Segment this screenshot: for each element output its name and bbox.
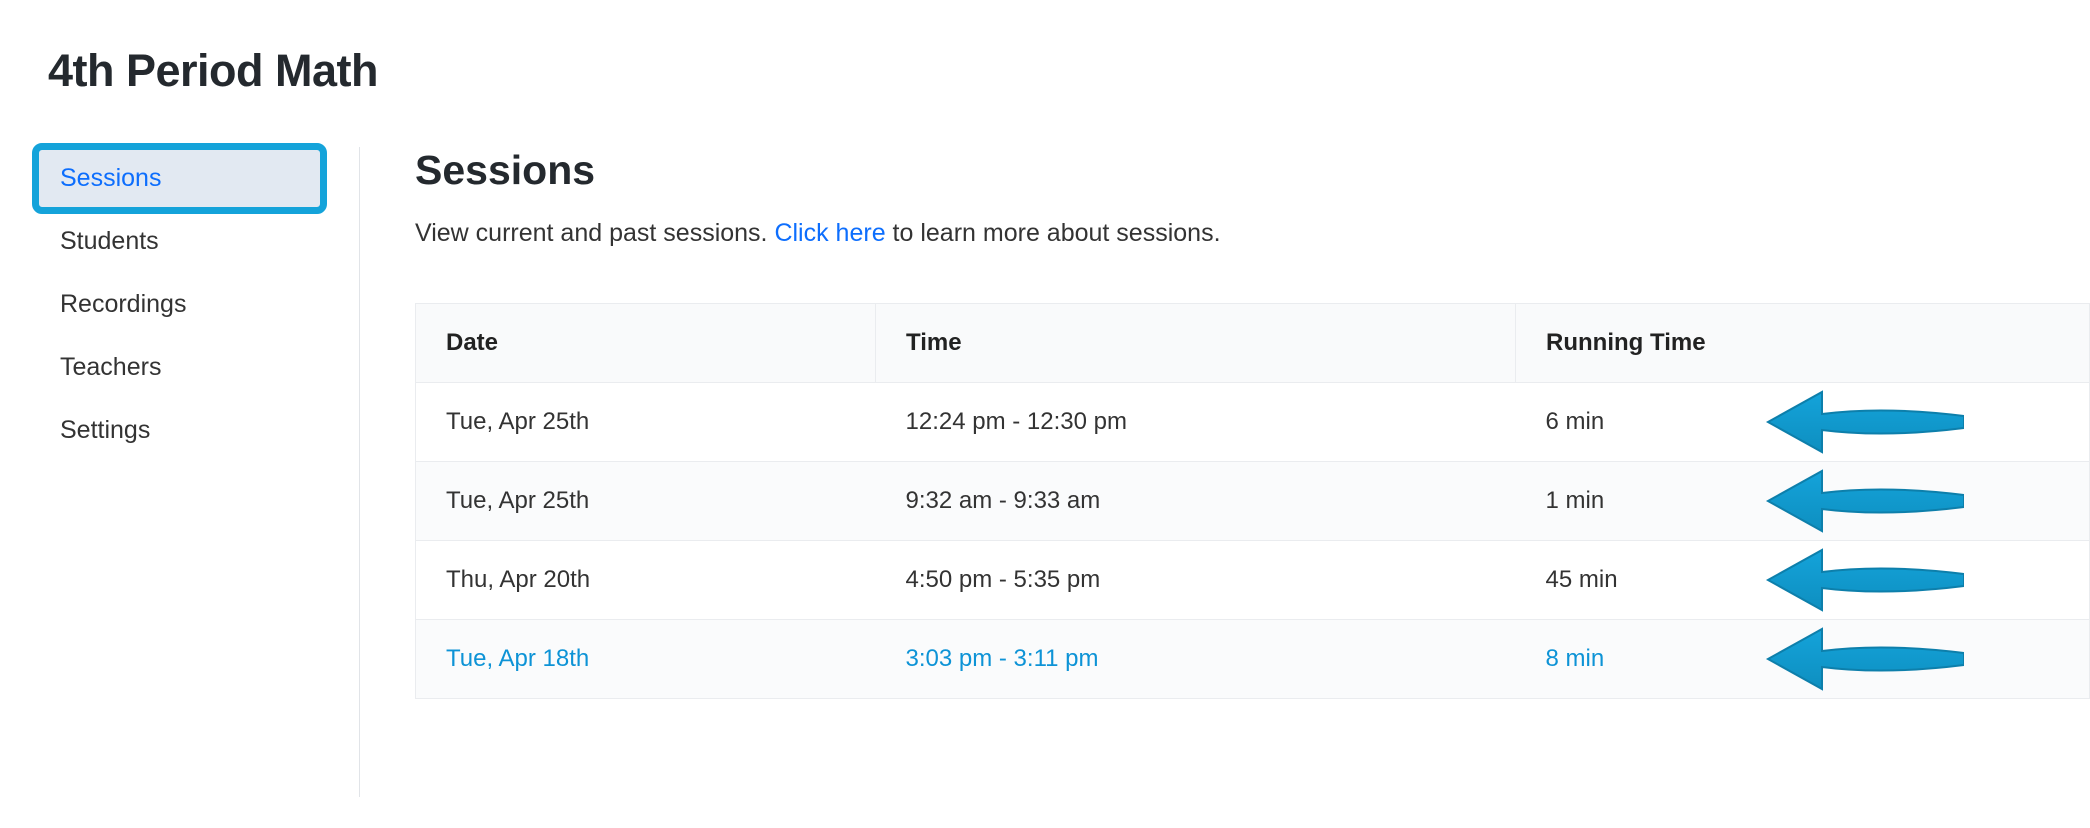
table-row[interactable]: Thu, Apr 20th4:50 pm - 5:35 pm 45 min [416,541,2090,620]
cell-time: 9:32 am - 9:33 am [876,462,1516,541]
sidebar: SessionsStudentsRecordingsTeachersSettin… [0,147,360,797]
cell-running-time: 6 min [1516,383,2090,462]
cell-time: 4:50 pm - 5:35 pm [876,541,1516,620]
running-time-value: 6 min [1546,408,1605,435]
cell-running-time: 1 min [1516,462,2090,541]
sidebar-item-settings[interactable]: Settings [36,399,323,462]
table-row[interactable]: Tue, Apr 18th3:03 pm - 3:11 pm 8 min [416,620,2090,699]
cell-date: Tue, Apr 18th [416,620,876,699]
sidebar-item-sessions[interactable]: Sessions [36,147,323,210]
cell-date: Thu, Apr 20th [416,541,876,620]
arrow-left-icon [1764,623,1964,695]
running-time-value: 1 min [1546,487,1605,514]
col-header-running[interactable]: Running Time [1516,304,2090,383]
section-desc-pre: View current and past sessions. [415,219,774,247]
arrow-left-icon [1764,386,1964,458]
table-row[interactable]: Tue, Apr 25th12:24 pm - 12:30 pm 6 min [416,383,2090,462]
running-time-value: 45 min [1546,566,1618,593]
page-title: 4th Period Math [0,0,2090,97]
cell-running-time: 45 min [1516,541,2090,620]
col-header-time[interactable]: Time [876,304,1516,383]
cell-date: Tue, Apr 25th [416,462,876,541]
layout: SessionsStudentsRecordingsTeachersSettin… [0,147,2090,797]
table-row[interactable]: Tue, Apr 25th9:32 am - 9:33 am 1 min [416,462,2090,541]
sessions-table: Date Time Running Time Tue, Apr 25th12:2… [415,303,2090,699]
cell-time: 12:24 pm - 12:30 pm [876,383,1516,462]
col-header-date[interactable]: Date [416,304,876,383]
sidebar-item-recordings[interactable]: Recordings [36,273,323,336]
arrow-left-icon [1764,544,1964,616]
learn-more-link[interactable]: Click here [774,219,885,247]
cell-time: 3:03 pm - 3:11 pm [876,620,1516,699]
arrow-left-icon [1764,465,1964,537]
sidebar-item-teachers[interactable]: Teachers [36,336,323,399]
running-time-value: 8 min [1546,645,1605,672]
cell-running-time: 8 min [1516,620,2090,699]
section-description: View current and past sessions. Click he… [415,219,2090,248]
sidebar-item-students[interactable]: Students [36,210,323,273]
section-title: Sessions [415,147,2090,194]
table-header-row: Date Time Running Time [416,304,2090,383]
cell-date: Tue, Apr 25th [416,383,876,462]
section-desc-post: to learn more about sessions. [886,219,1221,247]
main-content: Sessions View current and past sessions.… [360,147,2090,797]
